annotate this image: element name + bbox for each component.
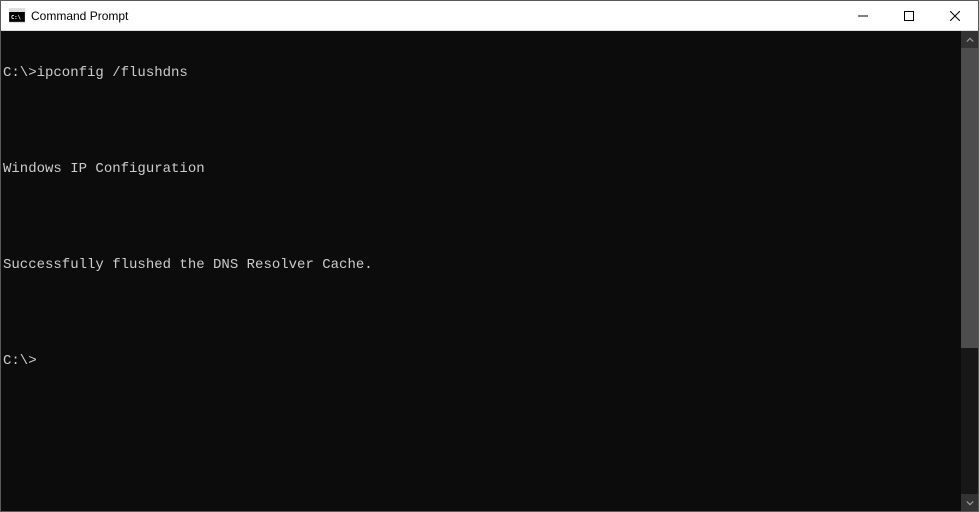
terminal-line: Windows IP Configuration — [3, 161, 961, 177]
window-controls — [840, 1, 978, 30]
close-button[interactable] — [932, 1, 978, 30]
minimize-button[interactable] — [840, 1, 886, 30]
maximize-button[interactable] — [886, 1, 932, 30]
window-title: Command Prompt — [31, 9, 840, 23]
scrollbar-thumb[interactable] — [961, 48, 978, 348]
content-area: C:\>ipconfig /flushdns Windows IP Config… — [1, 31, 978, 511]
vertical-scrollbar[interactable] — [961, 31, 978, 511]
scrollbar-up-arrow[interactable] — [961, 31, 978, 48]
chevron-up-icon — [966, 36, 974, 44]
terminal-output[interactable]: C:\>ipconfig /flushdns Windows IP Config… — [1, 31, 961, 511]
scrollbar-track[interactable] — [961, 48, 978, 494]
chevron-down-icon — [966, 499, 974, 507]
command-prompt-window: C:\ Command Prompt — [0, 0, 979, 512]
titlebar[interactable]: C:\ Command Prompt — [1, 1, 978, 31]
svg-text:C:\: C:\ — [11, 15, 22, 21]
scrollbar-down-arrow[interactable] — [961, 494, 978, 511]
app-icon: C:\ — [9, 8, 25, 24]
terminal-line: C:\>ipconfig /flushdns — [3, 65, 961, 81]
minimize-icon — [858, 11, 868, 21]
terminal-line: Successfully flushed the DNS Resolver Ca… — [3, 257, 961, 273]
terminal-line — [3, 209, 961, 225]
maximize-icon — [904, 11, 914, 21]
terminal-line: C:\> — [3, 353, 961, 369]
terminal-line — [3, 113, 961, 129]
terminal-line — [3, 305, 961, 321]
close-icon — [950, 11, 960, 21]
